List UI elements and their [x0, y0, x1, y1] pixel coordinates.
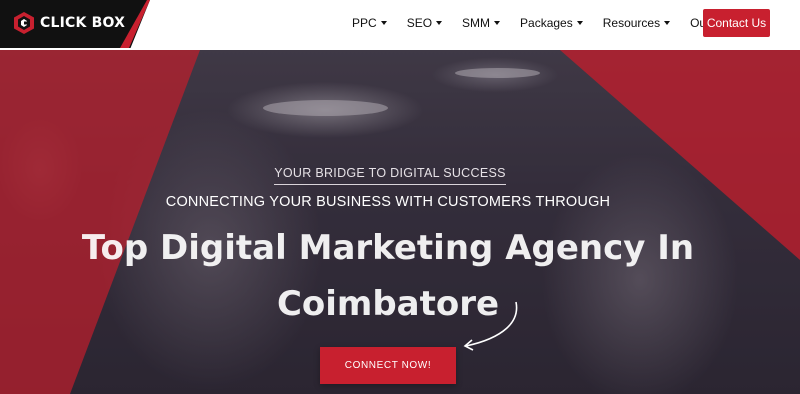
chevron-down-icon: [380, 21, 387, 25]
nav-item-seo[interactable]: SEO: [406, 16, 443, 30]
hero-subheading: CONNECTING YOUR BUSINESS WITH CUSTOMERS …: [165, 194, 611, 210]
chevron-down-icon: [436, 21, 443, 25]
hero-headline: Top Digital Marketing Agency In Coimbato…: [0, 220, 776, 332]
nav-item-packages[interactable]: Packages: [520, 16, 583, 30]
hero-tagline: YOUR BRIDGE TO DIGITAL SUCCESS: [0, 166, 780, 185]
site-header: CLICK BOX PPC SEO SMM Packages Resources…: [0, 0, 800, 50]
nav-item-resources[interactable]: Resources: [602, 16, 671, 30]
clickbox-logo-icon: [14, 12, 34, 34]
headline-line-1: Top Digital Marketing Agency In: [81, 228, 695, 268]
nav-item-label: SEO: [406, 16, 433, 30]
brand-name: CLICK BOX: [40, 15, 126, 31]
nav-item-label: Packages: [520, 16, 573, 30]
nav-item-ppc[interactable]: PPC: [352, 16, 387, 30]
connect-now-button[interactable]: CONNECT NOW!: [320, 347, 456, 384]
chevron-down-icon: [576, 21, 583, 25]
tagline-text: YOUR BRIDGE TO DIGITAL SUCCESS: [274, 166, 506, 185]
nav-item-label: Resources: [602, 16, 661, 30]
curved-arrow-icon: [463, 301, 518, 351]
hero-section: YOUR BRIDGE TO DIGITAL SUCCESS CONNECTIN…: [0, 50, 800, 394]
nav-item-smm[interactable]: SMM: [462, 16, 501, 30]
chevron-down-icon: [494, 21, 501, 25]
chevron-down-icon: [664, 21, 671, 25]
contact-us-button[interactable]: Contact Us: [703, 9, 770, 37]
nav-item-label: SMM: [462, 16, 491, 30]
nav-item-label: PPC: [352, 16, 377, 30]
